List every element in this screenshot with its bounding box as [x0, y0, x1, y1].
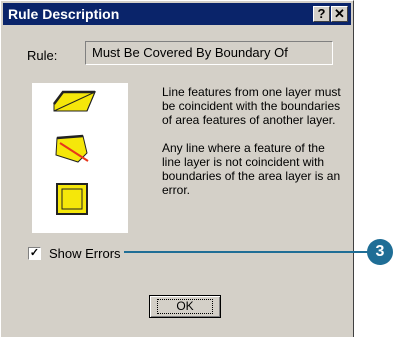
valid-coincident-line-icon [53, 90, 96, 112]
show-errors-checkbox[interactable]: ✓ [28, 247, 41, 260]
close-button[interactable]: ✕ [331, 6, 348, 22]
show-errors-label[interactable]: Show Errors [49, 246, 121, 261]
callout-leader-line [124, 251, 370, 253]
error-line-icon [55, 134, 89, 163]
covered-boundary-icon [56, 183, 88, 215]
rule-description-dialog: Rule Description ? ✕ Rule: Must Be Cover… [0, 0, 354, 337]
ok-button[interactable]: OK [149, 295, 221, 318]
rule-name-field: Must Be Covered By Boundary Of [85, 41, 333, 65]
dialog-title: Rule Description [8, 6, 120, 22]
help-button[interactable]: ? [313, 6, 330, 22]
rule-description-text: Line features from one layer must be coi… [162, 85, 342, 211]
ok-button-label: OK [157, 299, 213, 314]
description-paragraph-2: Any line where a feature of the line lay… [162, 141, 341, 197]
description-paragraph-1: Line features from one layer must be coi… [162, 85, 341, 127]
callout-number-badge: 3 [367, 239, 393, 265]
rule-illustration-panel [32, 83, 128, 233]
rule-label: Rule: [27, 48, 58, 63]
title-bar: Rule Description ? ✕ [3, 3, 351, 25]
